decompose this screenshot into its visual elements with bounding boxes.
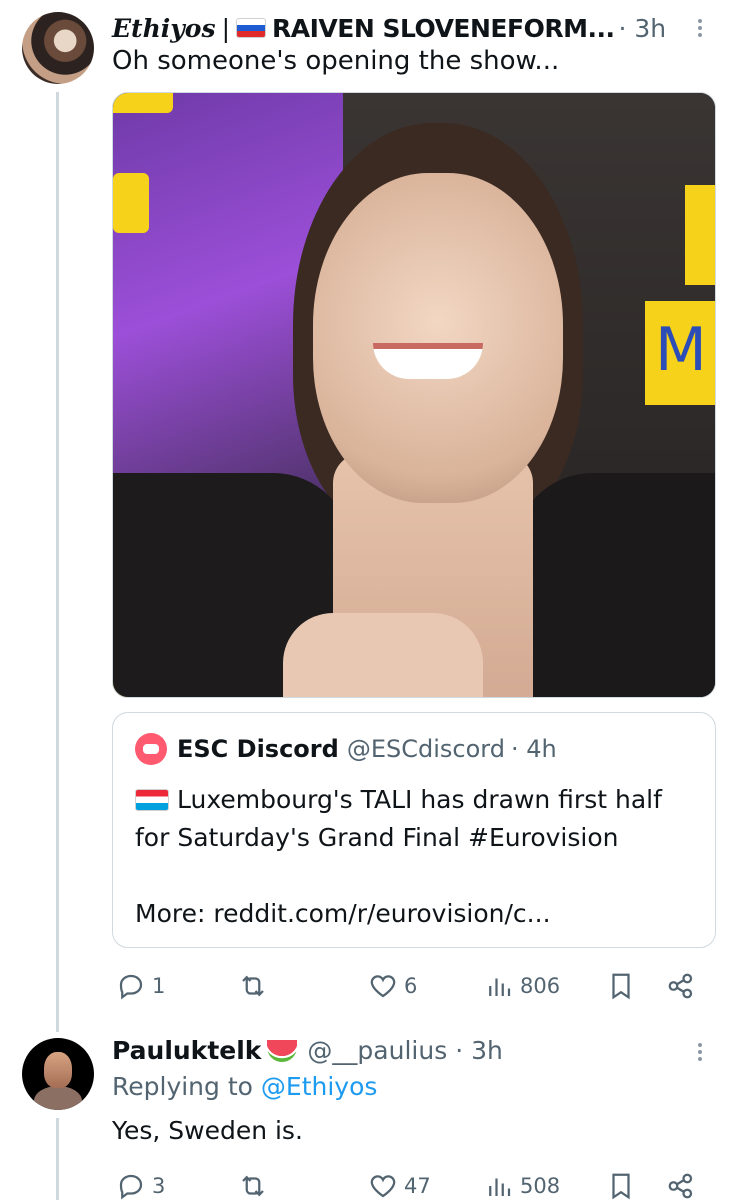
luxembourg-flag-icon <box>135 789 169 811</box>
post-image[interactable]: M <box>112 92 716 698</box>
share-icon <box>668 1173 693 1199</box>
reply-button[interactable]: 1 <box>116 971 165 1001</box>
post-text: Oh someone's opening the show... <box>112 46 560 76</box>
retweet-icon <box>242 1175 264 1197</box>
share-button[interactable] <box>666 971 696 1001</box>
bookmark-button[interactable] <box>606 1171 636 1200</box>
quoted-line: Luxembourg's TALI has drawn first half <box>177 785 662 814</box>
reply-icon <box>119 974 143 1000</box>
slovenia-flag-icon <box>236 18 266 38</box>
watermelon-icon <box>267 1039 298 1062</box>
post-header: Pauluktelk @__paulius · 3h <box>112 1036 503 1065</box>
retweet-button[interactable] <box>238 1171 268 1200</box>
person-hand <box>283 613 483 697</box>
discord-avatar-icon <box>135 733 167 765</box>
reply-count: 1 <box>152 974 166 998</box>
yellow-sign-letter: M <box>645 301 715 405</box>
share-button[interactable] <box>666 1171 696 1200</box>
name-separator: | <box>221 13 230 43</box>
quoted-author-handle: @ESCdiscord <box>346 735 505 763</box>
thread-line <box>56 1118 59 1200</box>
yellow-sign <box>113 173 149 233</box>
views-icon <box>489 978 511 996</box>
quoted-link: More: reddit.com/r/eurovision/c... <box>135 899 551 928</box>
author-display-name[interactable]: Ethiyos <box>112 14 216 43</box>
avatar[interactable] <box>22 12 94 84</box>
yellow-sign <box>685 185 715 285</box>
share-icon <box>668 973 693 999</box>
views-button[interactable]: 508 <box>484 1171 560 1200</box>
quoted-post-header: ESC Discord @ESCdiscord · 4h <box>135 733 557 765</box>
action-bar: 3 47 508 <box>112 1166 708 1200</box>
reply-icon <box>119 1174 143 1200</box>
like-count: 47 <box>404 1174 431 1198</box>
quoted-line: for Saturday's Grand Final #Eurovision <box>135 823 619 852</box>
reply-count: 3 <box>152 1174 166 1198</box>
quoted-post-time: · 4h <box>510 735 557 763</box>
views-button[interactable]: 806 <box>484 971 560 1001</box>
quoted-post[interactable]: ESC Discord @ESCdiscord · 4h Luxembourg'… <box>112 712 716 948</box>
action-bar: 1 6 806 <box>112 966 708 1006</box>
thread-line <box>56 92 59 1032</box>
like-button[interactable]: 6 <box>368 971 417 1001</box>
like-count: 6 <box>404 974 418 998</box>
replying-to: Replying to @Ethiyos <box>112 1072 377 1101</box>
yellow-sign <box>113 93 173 113</box>
view-count: 806 <box>520 974 561 998</box>
post-header: Ethiyos | RAIVEN SLOVENEFORM... · 3h <box>112 12 666 44</box>
person-face <box>313 173 563 503</box>
more-options-icon[interactable] <box>694 16 706 44</box>
like-button[interactable]: 47 <box>368 1171 431 1200</box>
post-time[interactable]: · 3h <box>618 14 666 43</box>
post-time[interactable]: · 3h <box>455 1036 503 1065</box>
quoted-author-name: ESC Discord <box>177 735 339 763</box>
avatar-face <box>44 1052 72 1088</box>
author-handle[interactable]: @__paulius <box>307 1036 447 1065</box>
avatar[interactable] <box>22 1038 94 1110</box>
reply-button[interactable]: 3 <box>116 1171 165 1200</box>
heart-icon <box>370 1175 396 1198</box>
author-name[interactable]: RAIVEN SLOVENEFORM... <box>272 14 615 43</box>
more-options-icon[interactable] <box>694 1040 706 1068</box>
mention-link[interactable]: @Ethiyos <box>261 1072 378 1101</box>
bookmark-icon <box>612 973 630 1000</box>
view-count: 508 <box>520 1174 561 1198</box>
bookmark-icon <box>612 1173 630 1200</box>
quoted-post-text: Luxembourg's TALI has drawn first half f… <box>135 781 705 933</box>
replying-to-label: Replying to <box>112 1072 253 1101</box>
retweet-icon <box>242 975 264 997</box>
retweet-button[interactable] <box>238 971 268 1001</box>
person-jacket <box>513 473 715 697</box>
views-icon <box>489 1178 511 1196</box>
post-text: Yes, Sweden is. <box>112 1116 303 1145</box>
heart-icon <box>370 975 396 998</box>
avatar-body <box>34 1086 82 1110</box>
author-name[interactable]: Pauluktelk <box>112 1036 261 1065</box>
bookmark-button[interactable] <box>606 971 636 1001</box>
